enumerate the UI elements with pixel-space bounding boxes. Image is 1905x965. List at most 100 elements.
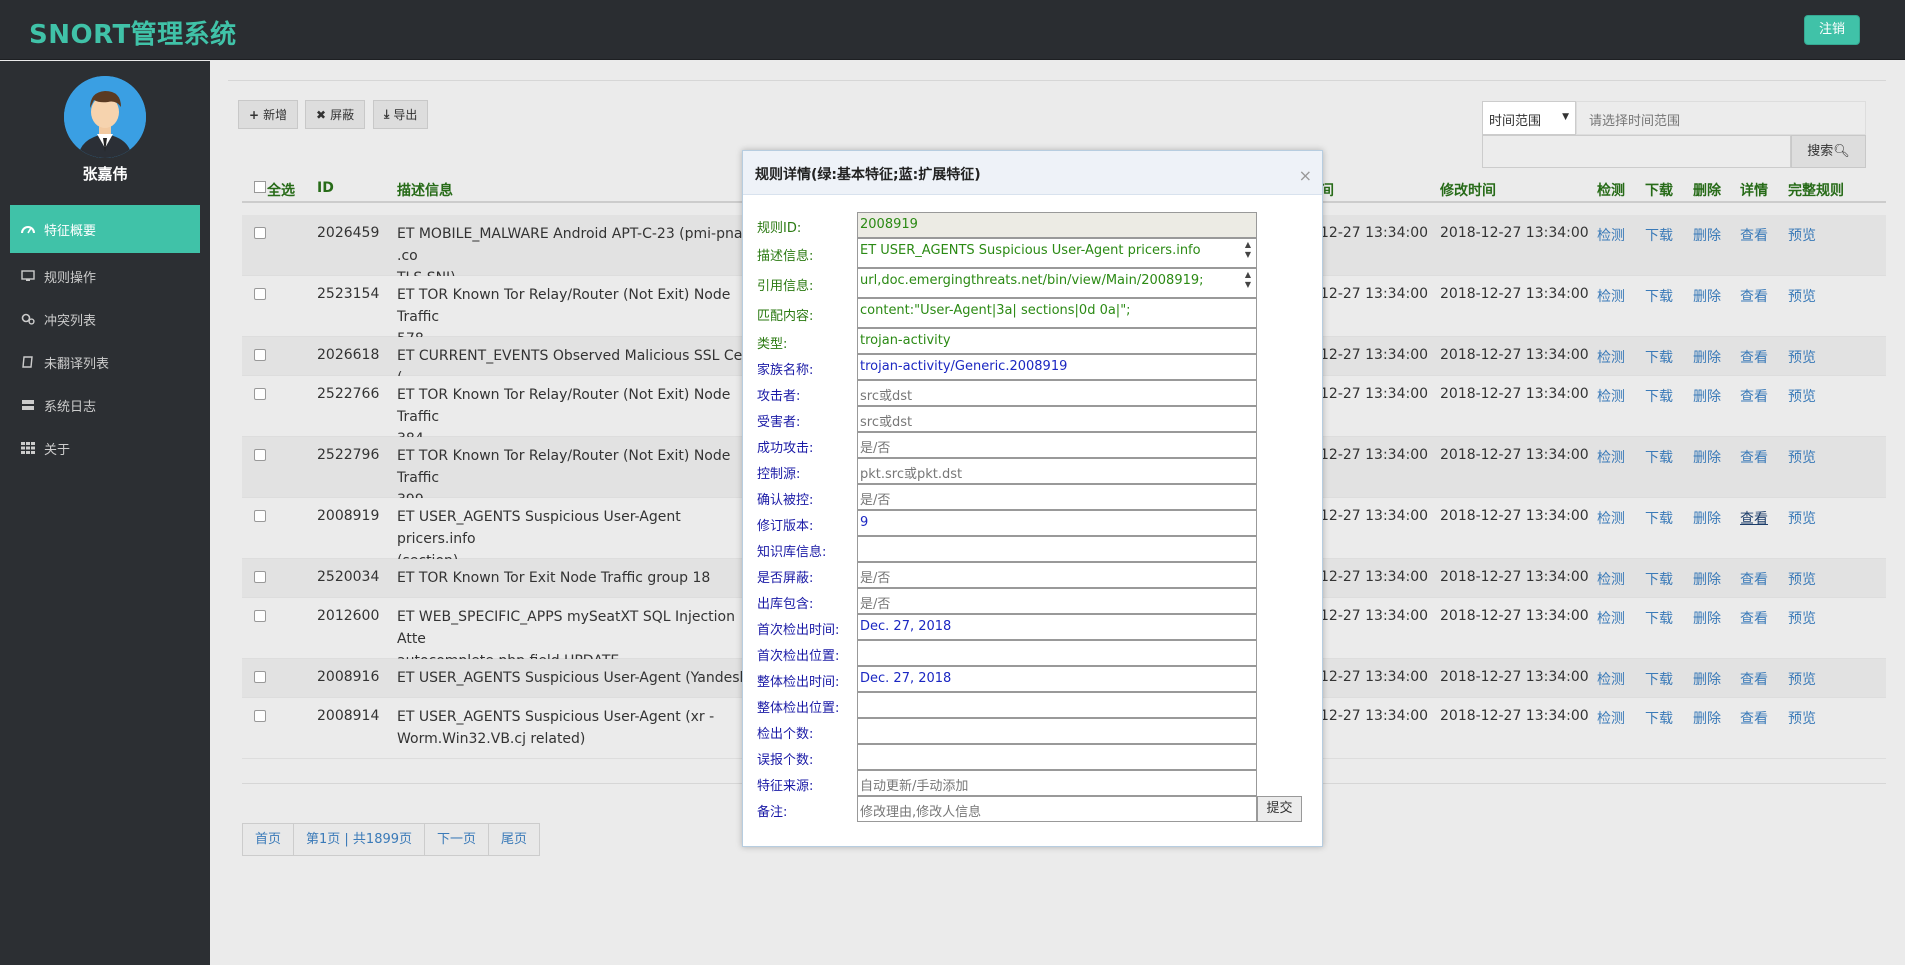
scroll-arrows-icon[interactable]: ▲ ▼: [1242, 270, 1254, 290]
delete-link[interactable]: 删除: [1693, 508, 1721, 528]
block-button[interactable]: ✖ 屏蔽: [305, 100, 366, 129]
download-link[interactable]: 下载: [1645, 669, 1673, 689]
row-checkbox[interactable]: [254, 710, 266, 722]
view-link[interactable]: 查看: [1740, 386, 1768, 406]
detect-link[interactable]: 检测: [1597, 225, 1625, 245]
type-field[interactable]: trojan-activity: [857, 328, 1257, 354]
view-link[interactable]: 查看: [1740, 608, 1768, 628]
download-link[interactable]: 下载: [1645, 286, 1673, 306]
release-field[interactable]: 是/否: [857, 588, 1257, 614]
delete-link[interactable]: 删除: [1693, 286, 1721, 306]
detect-link[interactable]: 检测: [1597, 708, 1625, 728]
preview-link[interactable]: 预览: [1788, 708, 1816, 728]
close-icon[interactable]: ×: [1299, 166, 1312, 185]
row-checkbox[interactable]: [254, 610, 266, 622]
false-count-field[interactable]: [857, 744, 1257, 770]
revision-field[interactable]: 9: [857, 510, 1257, 536]
pager-next[interactable]: 下一页: [425, 824, 490, 855]
preview-link[interactable]: 预览: [1788, 286, 1816, 306]
download-link[interactable]: 下载: [1645, 569, 1673, 589]
row-checkbox[interactable]: [254, 227, 266, 239]
sidebar-item-untranslated-list[interactable]: 未翻译列表: [10, 338, 200, 386]
ref-textarea[interactable]: url,doc.emergingthreats.net/bin/view/Mai…: [857, 268, 1257, 298]
download-link[interactable]: 下载: [1645, 386, 1673, 406]
c2-field[interactable]: pkt.src或pkt.dst: [857, 458, 1257, 484]
time-range-input[interactable]: 请选择时间范围: [1576, 101, 1866, 135]
download-link[interactable]: 下载: [1645, 508, 1673, 528]
view-link[interactable]: 查看: [1740, 225, 1768, 245]
detect-link[interactable]: 检测: [1597, 447, 1625, 467]
detect-link[interactable]: 检测: [1597, 608, 1625, 628]
view-link[interactable]: 查看: [1740, 708, 1768, 728]
submit-button[interactable]: 提交: [1257, 796, 1302, 822]
detect-link[interactable]: 检测: [1597, 286, 1625, 306]
preview-link[interactable]: 预览: [1788, 508, 1816, 528]
preview-link[interactable]: 预览: [1788, 386, 1816, 406]
view-link[interactable]: 查看: [1740, 569, 1768, 589]
time-range-select[interactable]: 时间范围 ▼: [1482, 101, 1576, 135]
delete-link[interactable]: 删除: [1693, 608, 1721, 628]
detect-link[interactable]: 检测: [1597, 508, 1625, 528]
export-button[interactable]: ⤓ 导出: [373, 100, 429, 129]
desc-textarea[interactable]: ET USER_AGENTS Suspicious User-Agent pri…: [857, 238, 1257, 268]
all-loc-field[interactable]: [857, 692, 1257, 718]
delete-link[interactable]: 删除: [1693, 669, 1721, 689]
view-link[interactable]: 查看: [1740, 347, 1768, 367]
family-field[interactable]: trojan-activity/Generic.2008919: [857, 354, 1257, 380]
count-field[interactable]: [857, 718, 1257, 744]
scroll-arrows-icon[interactable]: ▲ ▼: [1242, 240, 1254, 260]
search-button[interactable]: 搜索🔍︎: [1791, 135, 1866, 168]
row-checkbox[interactable]: [254, 510, 266, 522]
pager-first[interactable]: 首页: [243, 824, 295, 855]
delete-link[interactable]: 删除: [1693, 225, 1721, 245]
download-link[interactable]: 下载: [1645, 708, 1673, 728]
detect-link[interactable]: 检测: [1597, 569, 1625, 589]
preview-link[interactable]: 预览: [1788, 447, 1816, 467]
row-checkbox[interactable]: [254, 449, 266, 461]
blocked-field[interactable]: 是/否: [857, 562, 1257, 588]
confirm-field[interactable]: 是/否: [857, 484, 1257, 510]
kb-field[interactable]: [857, 536, 1257, 562]
view-link[interactable]: 查看: [1740, 508, 1768, 528]
sidebar-item-feature-overview[interactable]: 特征概要: [10, 205, 200, 253]
delete-link[interactable]: 删除: [1693, 386, 1721, 406]
pager-last[interactable]: 尾页: [489, 824, 539, 855]
detect-link[interactable]: 检测: [1597, 347, 1625, 367]
detect-link[interactable]: 检测: [1597, 669, 1625, 689]
row-checkbox[interactable]: [254, 288, 266, 300]
delete-link[interactable]: 删除: [1693, 347, 1721, 367]
preview-link[interactable]: 预览: [1788, 347, 1816, 367]
match-textarea[interactable]: content:"User-Agent|3a| sections|0d 0a|"…: [857, 298, 1257, 328]
view-link[interactable]: 查看: [1740, 286, 1768, 306]
delete-link[interactable]: 删除: [1693, 708, 1721, 728]
delete-link[interactable]: 删除: [1693, 569, 1721, 589]
success-field[interactable]: 是/否: [857, 432, 1257, 458]
view-link[interactable]: 查看: [1740, 669, 1768, 689]
detect-link[interactable]: 检测: [1597, 386, 1625, 406]
source-field[interactable]: 自动更新/手动添加: [857, 770, 1257, 796]
sidebar-item-rule-operations[interactable]: 规则操作: [10, 252, 200, 300]
preview-link[interactable]: 预览: [1788, 669, 1816, 689]
note-input[interactable]: 修改理由,修改人信息: [857, 796, 1257, 822]
logout-button[interactable]: 注销: [1804, 15, 1860, 45]
attacker-field[interactable]: src或dst: [857, 380, 1257, 406]
preview-link[interactable]: 预览: [1788, 569, 1816, 589]
first-loc-field[interactable]: [857, 640, 1257, 666]
download-link[interactable]: 下载: [1645, 225, 1673, 245]
download-link[interactable]: 下载: [1645, 347, 1673, 367]
delete-link[interactable]: 删除: [1693, 447, 1721, 467]
row-checkbox[interactable]: [254, 571, 266, 583]
sidebar-item-about[interactable]: 关于: [10, 424, 200, 472]
row-checkbox[interactable]: [254, 388, 266, 400]
download-link[interactable]: 下载: [1645, 608, 1673, 628]
add-button[interactable]: + 新增: [238, 100, 299, 129]
sidebar-item-system-log[interactable]: 系统日志: [10, 381, 200, 429]
preview-link[interactable]: 预览: [1788, 225, 1816, 245]
download-link[interactable]: 下载: [1645, 447, 1673, 467]
keyword-input[interactable]: [1482, 135, 1791, 168]
select-all-checkbox[interactable]: [254, 181, 266, 193]
row-checkbox[interactable]: [254, 671, 266, 683]
view-link[interactable]: 查看: [1740, 447, 1768, 467]
preview-link[interactable]: 预览: [1788, 608, 1816, 628]
first-time-field[interactable]: Dec. 27, 2018: [857, 614, 1257, 640]
